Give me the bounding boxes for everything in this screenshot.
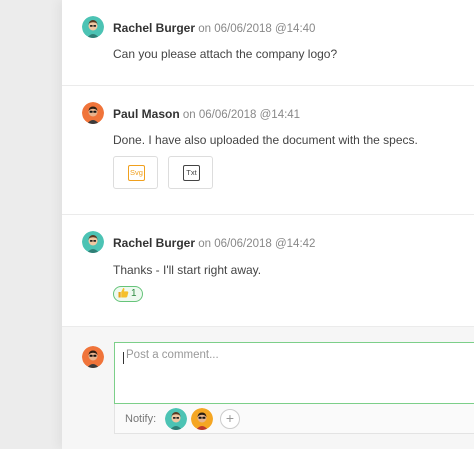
reaction-badge[interactable]: 1 bbox=[113, 286, 143, 302]
author-name[interactable]: Rachel Burger bbox=[113, 21, 195, 35]
avatar[interactable] bbox=[82, 231, 104, 253]
comment-item: Rachel Burger on 06/06/2018 @14:40 Can y… bbox=[62, 0, 474, 86]
comment-item: Rachel Burger on 06/06/2018 @14:42 Thank… bbox=[62, 215, 474, 326]
svg-file-icon: Svg bbox=[128, 165, 145, 181]
attachment-txt[interactable]: Txt bbox=[168, 156, 213, 189]
thumbs-up-icon bbox=[118, 287, 129, 298]
notify-bar: Notify: + bbox=[114, 404, 474, 434]
comment-box[interactable] bbox=[114, 342, 474, 404]
comment-item: Paul Mason on 06/06/2018 @14:41 Done. I … bbox=[62, 86, 474, 215]
comment-text: Done. I have also uploaded the document … bbox=[113, 133, 418, 147]
txt-file-icon: Txt bbox=[183, 165, 200, 181]
comment-meta: Rachel Burger on 06/06/2018 @14:42 bbox=[113, 236, 315, 250]
plus-icon[interactable]: + bbox=[220, 409, 240, 429]
author-name[interactable]: Rachel Burger bbox=[113, 236, 195, 250]
notify-label: Notify: bbox=[125, 413, 157, 425]
timestamp: on 06/06/2018 @14:40 bbox=[198, 23, 316, 35]
notify-avatar[interactable] bbox=[191, 408, 213, 430]
avatar[interactable] bbox=[82, 102, 104, 124]
reaction-count: 1 bbox=[131, 288, 137, 299]
author-name[interactable]: Paul Mason bbox=[113, 107, 180, 121]
comment-input[interactable] bbox=[126, 349, 456, 361]
text-caret bbox=[123, 352, 124, 364]
comment-meta: Paul Mason on 06/06/2018 @14:41 bbox=[113, 107, 300, 121]
attachment-svg[interactable]: Svg bbox=[113, 156, 158, 189]
notify-avatar[interactable] bbox=[165, 408, 187, 430]
comment-composer: Notify: bbox=[62, 326, 474, 449]
timestamp: on 06/06/2018 @14:42 bbox=[198, 238, 316, 250]
comment-text: Thanks - I'll start right away. bbox=[113, 263, 262, 277]
current-user-avatar bbox=[82, 346, 104, 368]
comments-panel: Rachel Burger on 06/06/2018 @14:40 Can y… bbox=[62, 0, 474, 449]
comment-meta: Rachel Burger on 06/06/2018 @14:40 bbox=[113, 21, 315, 35]
avatar[interactable] bbox=[82, 16, 104, 38]
timestamp: on 06/06/2018 @14:41 bbox=[182, 109, 301, 121]
comment-text: Can you please attach the company logo? bbox=[113, 47, 338, 61]
